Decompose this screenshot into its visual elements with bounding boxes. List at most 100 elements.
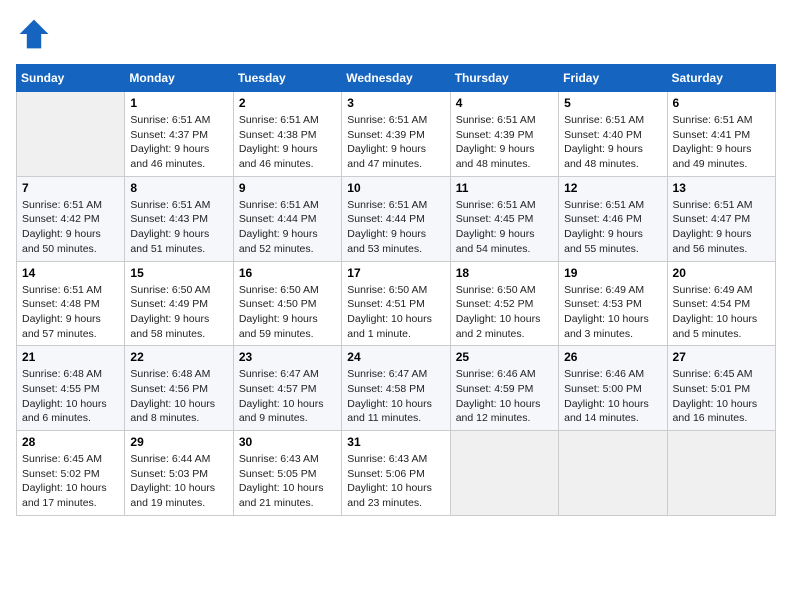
calendar-cell: 23 Sunrise: 6:47 AMSunset: 4:57 PMDayligh… <box>233 346 341 431</box>
day-number: 18 <box>456 266 553 280</box>
day-info: Sunrise: 6:51 AMSunset: 4:48 PMDaylight:… <box>22 283 119 342</box>
calendar-cell: 1 Sunrise: 6:51 AMSunset: 4:37 PMDaylight… <box>125 92 233 177</box>
day-number: 6 <box>673 96 770 110</box>
calendar-cell: 22 Sunrise: 6:48 AMSunset: 4:56 PMDayligh… <box>125 346 233 431</box>
day-info: Sunrise: 6:50 AMSunset: 4:49 PMDaylight:… <box>130 283 227 342</box>
day-info: Sunrise: 6:51 AMSunset: 4:38 PMDaylight:… <box>239 113 336 172</box>
day-info: Sunrise: 6:51 AMSunset: 4:40 PMDaylight:… <box>564 113 661 172</box>
day-info: Sunrise: 6:51 AMSunset: 4:43 PMDaylight:… <box>130 198 227 257</box>
day-number: 19 <box>564 266 661 280</box>
calendar-cell: 10 Sunrise: 6:51 AMSunset: 4:44 PMDayligh… <box>342 176 450 261</box>
day-number: 10 <box>347 181 444 195</box>
day-number: 20 <box>673 266 770 280</box>
calendar-cell: 9 Sunrise: 6:51 AMSunset: 4:44 PMDaylight… <box>233 176 341 261</box>
week-row-2: 7 Sunrise: 6:51 AMSunset: 4:42 PMDaylight… <box>17 176 776 261</box>
day-info: Sunrise: 6:51 AMSunset: 4:46 PMDaylight:… <box>564 198 661 257</box>
day-number: 1 <box>130 96 227 110</box>
day-info: Sunrise: 6:51 AMSunset: 4:44 PMDaylight:… <box>239 198 336 257</box>
logo <box>16 16 58 52</box>
day-info: Sunrise: 6:51 AMSunset: 4:42 PMDaylight:… <box>22 198 119 257</box>
calendar-cell: 19 Sunrise: 6:49 AMSunset: 4:53 PMDayligh… <box>559 261 667 346</box>
calendar-cell: 30 Sunrise: 6:43 AMSunset: 5:05 PMDayligh… <box>233 431 341 516</box>
calendar-cell: 17 Sunrise: 6:50 AMSunset: 4:51 PMDayligh… <box>342 261 450 346</box>
day-info: Sunrise: 6:45 AMSunset: 5:02 PMDaylight:… <box>22 452 119 511</box>
day-number: 25 <box>456 350 553 364</box>
calendar-cell: 31 Sunrise: 6:43 AMSunset: 5:06 PMDayligh… <box>342 431 450 516</box>
calendar-cell: 29 Sunrise: 6:44 AMSunset: 5:03 PMDayligh… <box>125 431 233 516</box>
day-header-thursday: Thursday <box>450 65 558 92</box>
day-number: 13 <box>673 181 770 195</box>
day-number: 28 <box>22 435 119 449</box>
calendar-cell: 18 Sunrise: 6:50 AMSunset: 4:52 PMDayligh… <box>450 261 558 346</box>
day-info: Sunrise: 6:47 AMSunset: 4:58 PMDaylight:… <box>347 367 444 426</box>
calendar-table: SundayMondayTuesdayWednesdayThursdayFrid… <box>16 64 776 516</box>
day-number: 31 <box>347 435 444 449</box>
day-info: Sunrise: 6:49 AMSunset: 4:53 PMDaylight:… <box>564 283 661 342</box>
day-info: Sunrise: 6:47 AMSunset: 4:57 PMDaylight:… <box>239 367 336 426</box>
day-info: Sunrise: 6:51 AMSunset: 4:37 PMDaylight:… <box>130 113 227 172</box>
day-number: 15 <box>130 266 227 280</box>
day-info: Sunrise: 6:43 AMSunset: 5:05 PMDaylight:… <box>239 452 336 511</box>
day-number: 26 <box>564 350 661 364</box>
day-number: 23 <box>239 350 336 364</box>
day-number: 22 <box>130 350 227 364</box>
day-number: 9 <box>239 181 336 195</box>
calendar-cell: 16Sunrise: 6:50 AMSunset: 4:50 PMDayligh… <box>233 261 341 346</box>
day-number: 30 <box>239 435 336 449</box>
day-info: Sunrise: 6:46 AMSunset: 5:00 PMDaylight:… <box>564 367 661 426</box>
calendar-cell <box>450 431 558 516</box>
day-number: 29 <box>130 435 227 449</box>
day-info: Sunrise: 6:50 AMSunset: 4:52 PMDaylight:… <box>456 283 553 342</box>
day-header-tuesday: Tuesday <box>233 65 341 92</box>
calendar-cell <box>17 92 125 177</box>
day-info: Sunrise: 6:50 AMSunset: 4:51 PMDaylight:… <box>347 283 444 342</box>
calendar-cell: 26 Sunrise: 6:46 AMSunset: 5:00 PMDayligh… <box>559 346 667 431</box>
day-info: Sunrise: 6:44 AMSunset: 5:03 PMDaylight:… <box>130 452 227 511</box>
week-row-4: 21Sunrise: 6:48 AMSunset: 4:55 PMDayligh… <box>17 346 776 431</box>
week-row-5: 28 Sunrise: 6:45 AMSunset: 5:02 PMDayligh… <box>17 431 776 516</box>
day-number: 7 <box>22 181 119 195</box>
day-number: 27 <box>673 350 770 364</box>
calendar-cell: 7 Sunrise: 6:51 AMSunset: 4:42 PMDaylight… <box>17 176 125 261</box>
days-header-row: SundayMondayTuesdayWednesdayThursdayFrid… <box>17 65 776 92</box>
day-info: Sunrise: 6:51 AMSunset: 4:44 PMDaylight:… <box>347 198 444 257</box>
day-number: 4 <box>456 96 553 110</box>
logo-icon <box>16 16 52 52</box>
day-number: 14 <box>22 266 119 280</box>
day-number: 11 <box>456 181 553 195</box>
day-info: Sunrise: 6:48 AMSunset: 4:56 PMDaylight:… <box>130 367 227 426</box>
calendar-cell: 12 Sunrise: 6:51 AMSunset: 4:46 PMDayligh… <box>559 176 667 261</box>
calendar-cell <box>667 431 775 516</box>
calendar-cell: 28 Sunrise: 6:45 AMSunset: 5:02 PMDayligh… <box>17 431 125 516</box>
calendar-cell: 8Sunrise: 6:51 AMSunset: 4:43 PMDaylight… <box>125 176 233 261</box>
day-header-saturday: Saturday <box>667 65 775 92</box>
day-info: Sunrise: 6:48 AMSunset: 4:55 PMDaylight:… <box>22 367 119 426</box>
week-row-1: 1 Sunrise: 6:51 AMSunset: 4:37 PMDaylight… <box>17 92 776 177</box>
day-header-monday: Monday <box>125 65 233 92</box>
day-number: 24 <box>347 350 444 364</box>
day-info: Sunrise: 6:49 AMSunset: 4:54 PMDaylight:… <box>673 283 770 342</box>
calendar-cell: 14 Sunrise: 6:51 AMSunset: 4:48 PMDayligh… <box>17 261 125 346</box>
day-number: 12 <box>564 181 661 195</box>
calendar-cell: 24 Sunrise: 6:47 AMSunset: 4:58 PMDayligh… <box>342 346 450 431</box>
calendar-cell <box>559 431 667 516</box>
calendar-cell: 15 Sunrise: 6:50 AMSunset: 4:49 PMDayligh… <box>125 261 233 346</box>
day-info: Sunrise: 6:45 AMSunset: 5:01 PMDaylight:… <box>673 367 770 426</box>
day-number: 2 <box>239 96 336 110</box>
day-info: Sunrise: 6:51 AMSunset: 4:41 PMDaylight:… <box>673 113 770 172</box>
day-number: 17 <box>347 266 444 280</box>
day-info: Sunrise: 6:43 AMSunset: 5:06 PMDaylight:… <box>347 452 444 511</box>
day-header-wednesday: Wednesday <box>342 65 450 92</box>
day-number: 3 <box>347 96 444 110</box>
calendar-cell: 21Sunrise: 6:48 AMSunset: 4:55 PMDayligh… <box>17 346 125 431</box>
calendar-cell: 13Sunrise: 6:51 AMSunset: 4:47 PMDayligh… <box>667 176 775 261</box>
day-info: Sunrise: 6:46 AMSunset: 4:59 PMDaylight:… <box>456 367 553 426</box>
day-number: 16 <box>239 266 336 280</box>
calendar-cell: 11Sunrise: 6:51 AMSunset: 4:45 PMDayligh… <box>450 176 558 261</box>
calendar-cell: 3 Sunrise: 6:51 AMSunset: 4:39 PMDaylight… <box>342 92 450 177</box>
calendar-cell: 27 Sunrise: 6:45 AMSunset: 5:01 PMDayligh… <box>667 346 775 431</box>
day-header-friday: Friday <box>559 65 667 92</box>
calendar-cell: 4Sunrise: 6:51 AMSunset: 4:39 PMDaylight… <box>450 92 558 177</box>
day-info: Sunrise: 6:51 AMSunset: 4:39 PMDaylight:… <box>347 113 444 172</box>
calendar-cell: 6 Sunrise: 6:51 AMSunset: 4:41 PMDaylight… <box>667 92 775 177</box>
